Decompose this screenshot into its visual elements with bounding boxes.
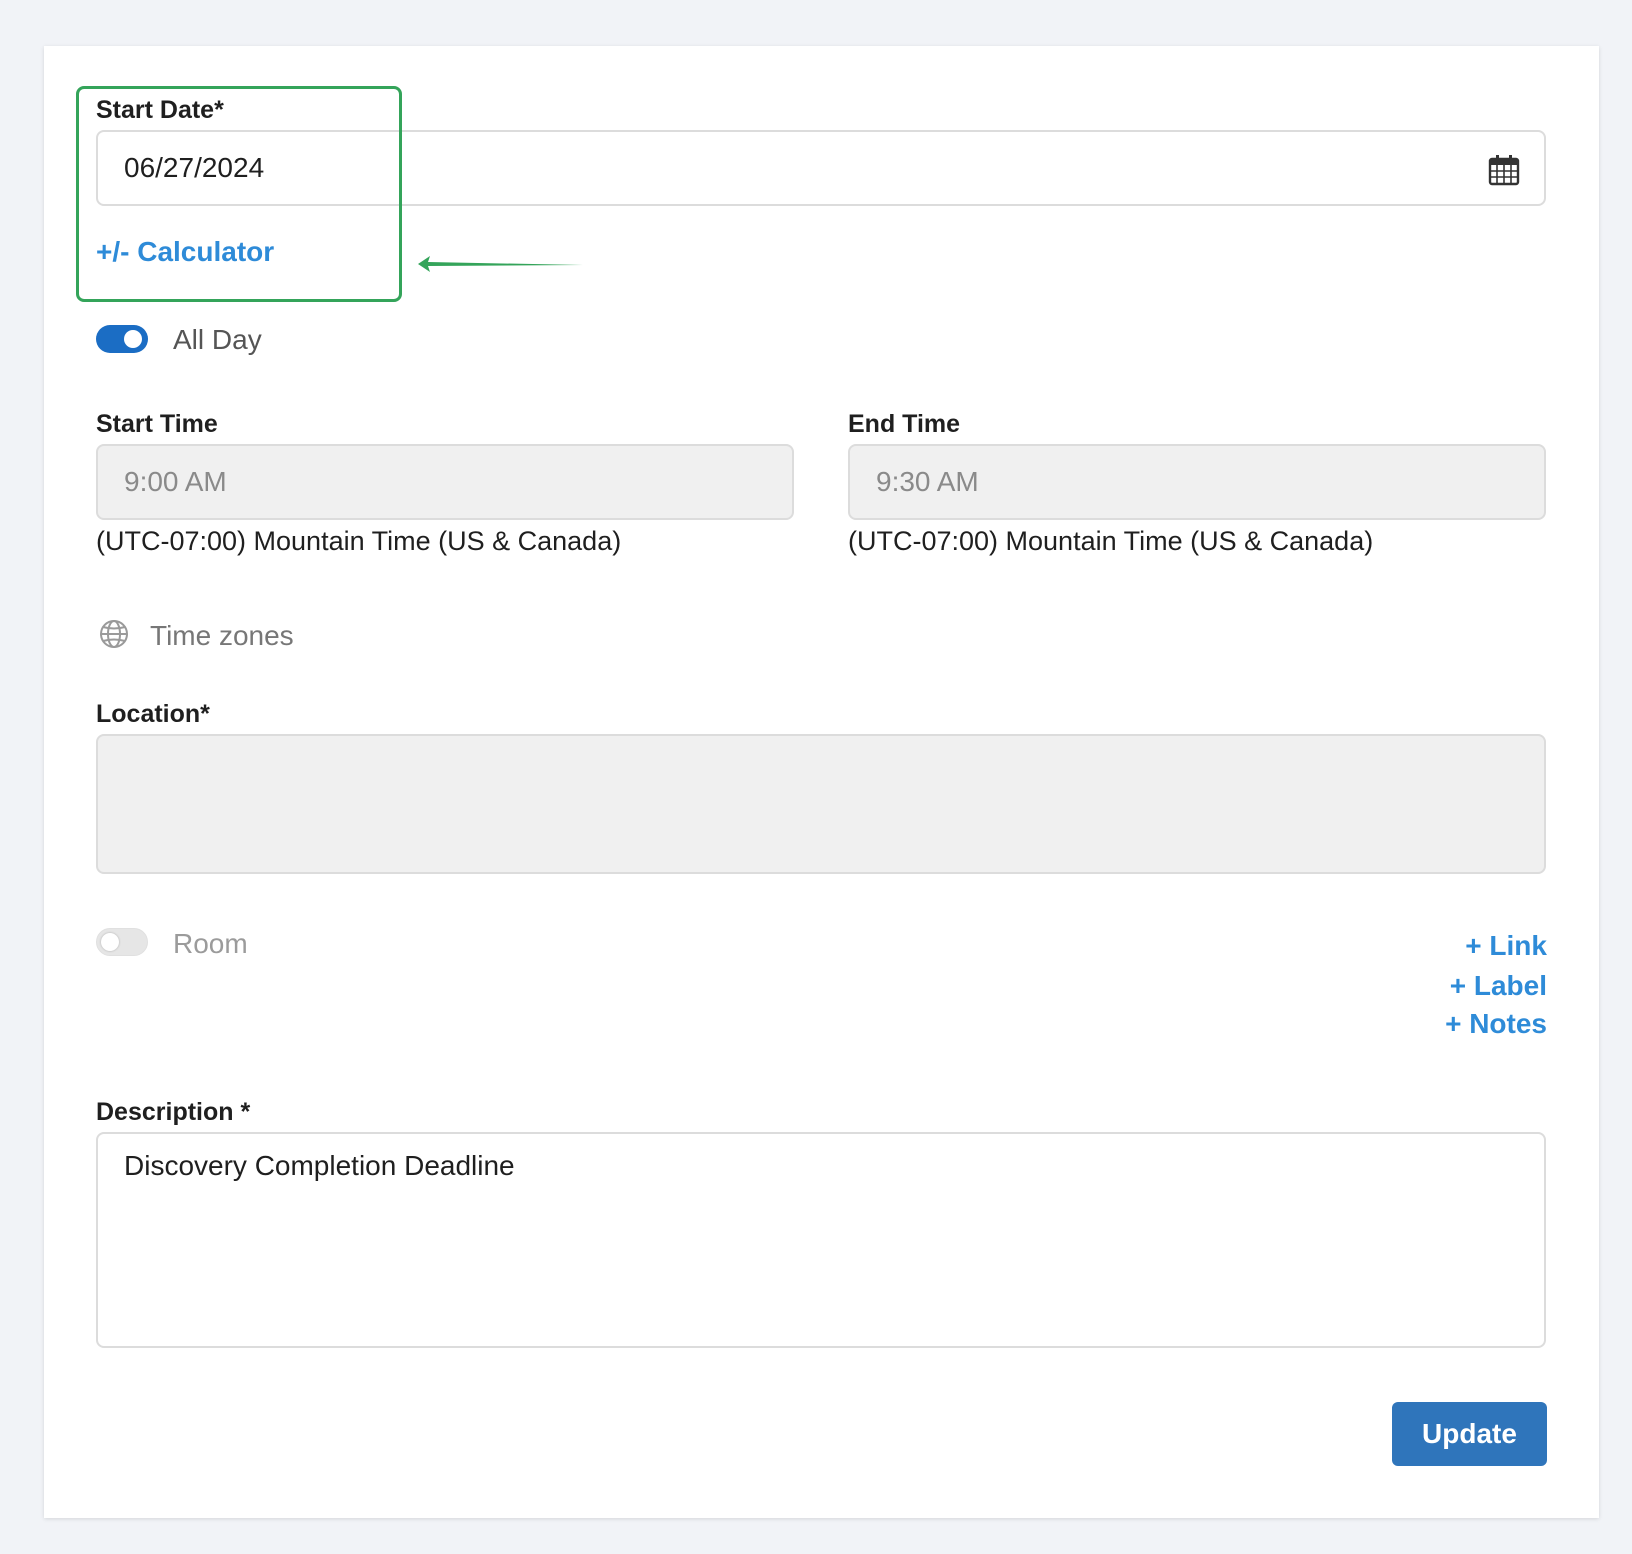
calculator-link[interactable]: +/- Calculator: [96, 236, 274, 268]
description-textarea[interactable]: Discovery Completion Deadline: [96, 1132, 1546, 1348]
location-input[interactable]: [96, 734, 1546, 874]
description-label: Description *: [96, 1098, 251, 1126]
annotation-arrow: [418, 256, 583, 272]
add-notes-link[interactable]: + Notes: [1445, 1008, 1547, 1040]
all-day-label: All Day: [173, 324, 262, 355]
add-link-link[interactable]: + Link: [1465, 930, 1547, 962]
calendar-icon[interactable]: [1488, 154, 1520, 186]
start-time-input[interactable]: 9:00 AM: [96, 444, 794, 520]
start-date-input[interactable]: 06/27/2024: [96, 130, 1546, 206]
end-time-label: End Time: [848, 410, 961, 438]
start-date-label: Start Date*: [96, 96, 224, 124]
update-button[interactable]: Update: [1392, 1402, 1547, 1466]
location-label: Location*: [96, 700, 210, 728]
start-time-timezone: (UTC-07:00) Mountain Time (US & Canada): [96, 526, 622, 556]
end-time-value: 9:30 AM: [876, 466, 979, 497]
start-date-value: 06/27/2024: [124, 152, 265, 183]
room-label: Room: [173, 928, 248, 959]
room-toggle[interactable]: [96, 928, 148, 956]
description-value: Discovery Completion Deadline: [124, 1150, 515, 1181]
time-zones-link[interactable]: Time zones: [150, 620, 294, 652]
start-time-label: Start Time: [96, 410, 218, 438]
globe-icon[interactable]: [98, 618, 130, 655]
add-label-link[interactable]: + Label: [1450, 970, 1547, 1002]
start-time-value: 9:00 AM: [124, 466, 227, 497]
all-day-toggle[interactable]: [96, 325, 148, 353]
end-time-input[interactable]: 9:30 AM: [848, 444, 1546, 520]
end-time-timezone: (UTC-07:00) Mountain Time (US & Canada): [848, 526, 1374, 556]
